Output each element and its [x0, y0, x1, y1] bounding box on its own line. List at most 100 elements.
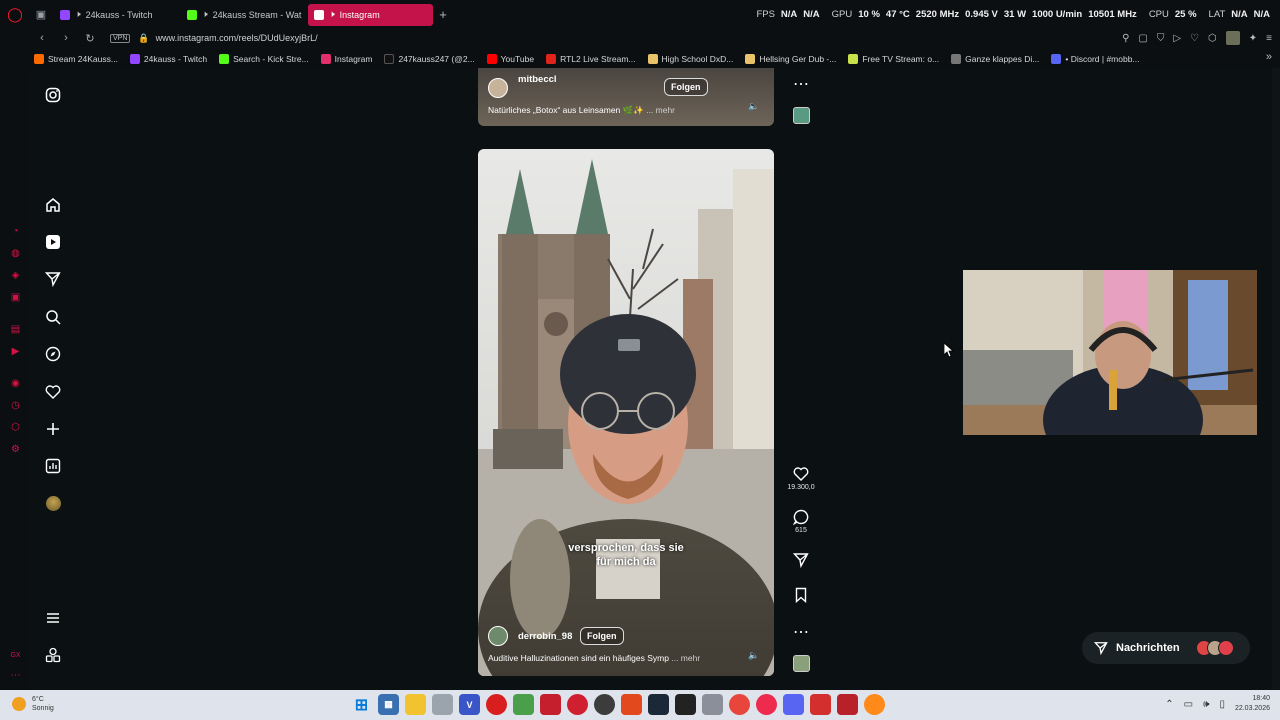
reel-author-name[interactable]: derrobin_98: [518, 631, 572, 642]
chevron-up-icon[interactable]: ⌃: [1165, 699, 1173, 710]
steam-icon[interactable]: [648, 694, 669, 715]
mute-icon[interactable]: 🕨: [75, 9, 81, 20]
battery-icon[interactable]: ▯: [1219, 699, 1225, 710]
also-from-meta-icon[interactable]: [44, 646, 62, 664]
page-scrollbar[interactable]: [1272, 68, 1280, 690]
dashboard-icon[interactable]: [44, 457, 62, 475]
search-icon[interactable]: [44, 308, 62, 326]
share-button[interactable]: [792, 552, 810, 568]
settings-icon[interactable]: ⚙: [10, 444, 21, 455]
reel-author-avatar[interactable]: [488, 626, 508, 646]
firefox-icon[interactable]: [864, 694, 885, 715]
v-app-icon[interactable]: V: [459, 694, 480, 715]
mouse-app-icon[interactable]: [432, 694, 453, 715]
profile-avatar[interactable]: [1225, 31, 1240, 45]
profile-avatar[interactable]: [44, 494, 62, 512]
clock[interactable]: 18:40 22.03.2026: [1235, 694, 1270, 714]
bookmark-item[interactable]: YouTube: [486, 53, 534, 64]
follow-button[interactable]: Folgen: [580, 627, 624, 645]
like-button[interactable]: 19.300,0: [787, 466, 815, 491]
file-explorer-icon[interactable]: [405, 694, 426, 715]
messages-button[interactable]: Nachrichten: [1082, 632, 1250, 664]
shield-icon[interactable]: ⛉: [1157, 33, 1165, 44]
history-icon[interactable]: ◷: [10, 400, 21, 411]
back-icon[interactable]: ‹: [34, 30, 50, 46]
discord-icon[interactable]: [783, 694, 804, 715]
reel-more-options-icon[interactable]: ⋯: [792, 622, 810, 642]
youtube-icon[interactable]: ▶: [10, 346, 21, 357]
obs-icon[interactable]: [594, 694, 615, 715]
bookmark-item[interactable]: Hellsing Ger Dub -...: [745, 53, 836, 64]
heart-icon[interactable]: ♡: [1190, 33, 1199, 44]
mute-icon[interactable]: 🕨: [329, 9, 335, 20]
follow-button[interactable]: Folgen: [664, 78, 708, 96]
menu-icon[interactable]: ≡: [1266, 33, 1272, 44]
opera-menu-icon[interactable]: ◯: [0, 0, 30, 29]
bookmark-item[interactable]: • Discord | #mobb...: [1051, 53, 1140, 64]
forward-icon[interactable]: ›: [58, 30, 74, 46]
bookmark-item[interactable]: Instagram: [320, 53, 372, 64]
weather-widget[interactable]: 6°C Sonnig: [12, 695, 54, 713]
bookmark-item[interactable]: Free TV Stream: o...: [848, 53, 939, 64]
more-icon[interactable]: ⋯: [10, 670, 21, 681]
green-app-icon[interactable]: [513, 694, 534, 715]
sound-icon[interactable]: 🔈: [748, 650, 760, 662]
sidebar-app-icon[interactable]: ▣: [10, 292, 21, 303]
more-menu-icon[interactable]: [44, 609, 62, 627]
reel-author-name[interactable]: mitbeccl: [518, 74, 557, 85]
opera-gx-icon[interactable]: [756, 694, 777, 715]
reel-caption[interactable]: Natürliches „Botox“ aus Leinsamen 🌿✨ ...…: [488, 105, 675, 116]
reload-icon[interactable]: ↻: [82, 30, 98, 46]
aria-icon[interactable]: ◔: [10, 226, 21, 237]
sidebar-app-icon[interactable]: ◍: [10, 248, 21, 259]
app-icon[interactable]: [675, 694, 696, 715]
pin-icon[interactable]: ⚲: [1122, 33, 1129, 44]
play-icon[interactable]: ▷: [1173, 33, 1181, 44]
reel-more-options-icon[interactable]: ⋯: [792, 74, 810, 94]
stream-app-icon[interactable]: [540, 694, 561, 715]
start-icon[interactable]: ⊞: [351, 694, 372, 715]
gx-icon[interactable]: GX: [10, 650, 21, 661]
send-icon[interactable]: [44, 270, 62, 288]
player-icon[interactable]: ◉: [10, 378, 21, 389]
create-plus-icon[interactable]: [44, 420, 62, 438]
bookmark-item[interactable]: Stream 24Kauss...: [34, 53, 118, 64]
calculator-icon[interactable]: ▦: [378, 694, 399, 715]
home-icon[interactable]: [44, 196, 62, 214]
record-app-icon[interactable]: [567, 694, 588, 715]
sidebar-app-icon[interactable]: ◈: [10, 270, 21, 281]
game-icon[interactable]: [621, 694, 642, 715]
red-app-icon[interactable]: [486, 694, 507, 715]
app-icon[interactable]: [810, 694, 831, 715]
app-icon[interactable]: [837, 694, 858, 715]
new-tab-button[interactable]: +: [433, 4, 453, 26]
reels-icon[interactable]: [44, 233, 62, 251]
sound-icon[interactable]: 🔈: [748, 101, 760, 113]
chrome-icon[interactable]: [729, 694, 750, 715]
reel-video[interactable]: versprochen, dass sie für mich da derrob…: [478, 149, 774, 676]
lock-icon[interactable]: 🔒: [138, 33, 149, 44]
bookmark-item[interactable]: RTL2 Live Stream...: [546, 53, 636, 64]
mute-icon[interactable]: 🕨: [202, 9, 208, 20]
app-icon[interactable]: [702, 694, 723, 715]
audio-thumbnail[interactable]: [793, 655, 810, 672]
bookmark-item[interactable]: Ganze klappes Di...: [951, 53, 1039, 64]
vpn-badge[interactable]: VPN: [110, 33, 131, 43]
workspace-icon[interactable]: ▣: [30, 0, 52, 29]
network-icon[interactable]: ▭: [1184, 699, 1193, 710]
bookmark-item[interactable]: 24kauss - Twitch: [129, 53, 207, 64]
extensions-icon[interactable]: ⬡: [1208, 33, 1217, 44]
ai-icon[interactable]: ✦: [1249, 33, 1257, 44]
bookmark-item[interactable]: Search - Kick Stre...: [219, 53, 309, 64]
bookmark-item[interactable]: High School DxD...: [647, 53, 733, 64]
reel-caption[interactable]: Auditive Halluzinationen sind ein häufig…: [488, 653, 700, 663]
bookmark-item[interactable]: 247kauss247 (@2...: [384, 53, 475, 64]
bookmarks-more-icon[interactable]: »: [1266, 51, 1272, 63]
instagram-logo-icon[interactable]: [44, 86, 62, 104]
tab-instagram[interactable]: 🕨 Instagram: [308, 3, 433, 26]
reel-previous[interactable]: mitbeccl Folgen Natürliches „Botox“ aus …: [478, 68, 774, 126]
volume-icon[interactable]: 🕪: [1203, 699, 1209, 710]
save-button[interactable]: [792, 587, 810, 603]
reel-author-avatar[interactable]: [488, 78, 508, 98]
explore-icon[interactable]: [44, 345, 62, 363]
